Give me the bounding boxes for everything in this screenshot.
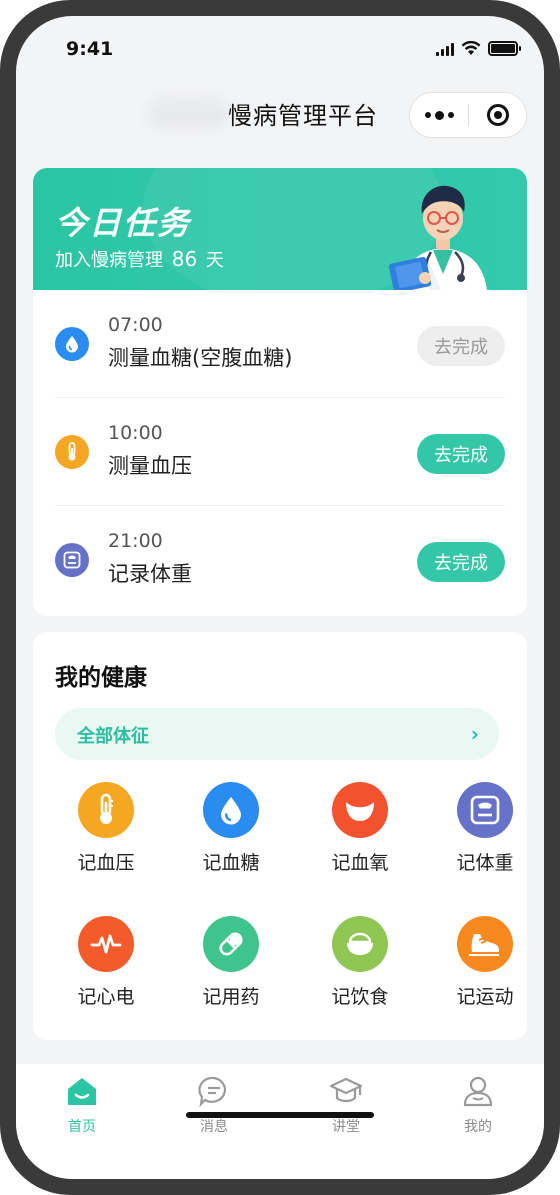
go-complete-button[interactable]: 去完成: [417, 542, 505, 582]
tab-messages[interactable]: 消息: [174, 1074, 254, 1144]
user-icon: [463, 1076, 493, 1107]
health-section-title: 我的健康: [55, 665, 147, 691]
record-label: 记运动: [456, 986, 514, 1008]
days-count: 86: [171, 247, 198, 271]
my-health-card: 我的健康 全部体征 › 记血压 记血糖 记血氧 记体重 记心电 记用药 记饮食 …: [33, 632, 527, 1040]
task-time: 21:00: [108, 530, 163, 552]
task-row: 10:00 测量血压 去完成: [55, 398, 505, 506]
thermometer-icon: [55, 435, 89, 469]
record-medication[interactable]: 记用药: [176, 916, 286, 1026]
doctor-illustration: [388, 185, 487, 290]
record-label: 记体重: [456, 852, 514, 874]
task-list: 07:00 测量血糖(空腹血糖) 去完成 10:00 测量血压 去完成 21:0…: [33, 290, 527, 614]
status-time: 9:41: [66, 38, 114, 60]
graduation-cap-icon: [329, 1077, 363, 1103]
subtitle-prefix: 加入慢病管理: [55, 250, 163, 271]
task-name: 测量血糖(空腹血糖): [108, 346, 293, 370]
wifi-icon: [461, 41, 481, 55]
record-label: 记用药: [202, 986, 260, 1008]
subtitle-suffix: 天: [205, 250, 224, 271]
status-icons: [436, 41, 521, 56]
page-title: 慢病管理平台: [228, 102, 378, 130]
go-complete-button[interactable]: 去完成: [417, 326, 505, 366]
thermometer-icon: [78, 782, 134, 838]
pill-icon: [203, 916, 259, 972]
oxygen-icon: [332, 782, 388, 838]
phone-frame: 9:41 慢病管理平台 今日任务 加入慢病管理 86 天 07:00 测量血糖(…: [0, 0, 560, 1195]
record-label: 记血糖: [202, 852, 260, 874]
dot-icon: [447, 112, 454, 118]
blood-drop-icon: [203, 782, 259, 838]
dot-icon: [434, 110, 444, 120]
screen: 9:41 慢病管理平台 今日任务 加入慢病管理 86 天 07:00 测量血糖(…: [16, 16, 544, 1179]
record-blood-oxygen[interactable]: 记血氧: [305, 782, 415, 892]
miniprogram-capsule: [409, 92, 527, 138]
record-label: 记血压: [77, 852, 135, 874]
target-circle-icon: [486, 104, 509, 126]
dot-icon: [424, 112, 431, 118]
record-label: 记饮食: [331, 986, 389, 1008]
nav-bar: 慢病管理平台: [16, 86, 544, 166]
rice-bowl-icon: [332, 916, 388, 972]
record-label: 记心电: [77, 986, 135, 1008]
record-ecg[interactable]: 记心电: [51, 916, 161, 1026]
task-card-subtitle: 加入慢病管理 86 天: [55, 246, 224, 272]
sneaker-icon: [457, 916, 513, 972]
task-card-title: 今日任务: [55, 204, 192, 242]
task-name: 记录体重: [108, 562, 192, 586]
more-button[interactable]: [410, 93, 468, 137]
tab-label: 讲堂: [332, 1119, 360, 1135]
task-name: 测量血压: [108, 454, 192, 478]
all-signs-label: 全部体征: [77, 726, 149, 747]
chevron-right-icon: ›: [470, 722, 479, 746]
tab-label: 我的: [464, 1119, 492, 1135]
go-complete-button[interactable]: 去完成: [417, 434, 505, 474]
home-indicator[interactable]: [186, 1112, 374, 1118]
tab-lecture[interactable]: 讲堂: [306, 1074, 386, 1144]
record-blood-sugar[interactable]: 记血糖: [176, 782, 286, 892]
task-header: 今日任务 加入慢病管理 86 天: [33, 168, 527, 290]
battery-icon: [488, 41, 521, 56]
tab-label: 消息: [200, 1119, 228, 1135]
tab-home[interactable]: 首页: [42, 1074, 122, 1144]
status-bar: 9:41: [16, 16, 544, 86]
scale-icon: [457, 782, 513, 838]
message-icon: [198, 1076, 226, 1108]
cellular-signal-icon: [436, 42, 454, 56]
record-exercise[interactable]: 记运动: [430, 916, 540, 1026]
today-task-card: 今日任务 加入慢病管理 86 天 07:00 测量血糖(空腹血糖) 去完成 10…: [33, 168, 527, 616]
close-miniprogram-button[interactable]: [469, 93, 526, 137]
blurred-logo: [148, 98, 228, 128]
task-time: 10:00: [108, 422, 163, 444]
task-row: 07:00 测量血糖(空腹血糖) 去完成: [55, 290, 505, 398]
task-time: 07:00: [108, 314, 163, 336]
blood-drop-icon: [55, 327, 89, 361]
record-weight[interactable]: 记体重: [430, 782, 540, 892]
record-diet[interactable]: 记饮食: [305, 916, 415, 1026]
home-icon: [68, 1078, 96, 1105]
all-vital-signs-link[interactable]: 全部体征 ›: [55, 708, 499, 760]
record-blood-pressure[interactable]: 记血压: [51, 782, 161, 892]
scale-icon: [55, 543, 89, 577]
task-row: 21:00 记录体重 去完成: [55, 506, 505, 614]
tab-profile[interactable]: 我的: [438, 1074, 518, 1144]
record-label: 记血氧: [331, 852, 389, 874]
tab-label: 首页: [68, 1119, 96, 1135]
heartbeat-icon: [78, 916, 134, 972]
bottom-tab-bar: 首页 消息 讲堂 我的: [16, 1064, 544, 1179]
